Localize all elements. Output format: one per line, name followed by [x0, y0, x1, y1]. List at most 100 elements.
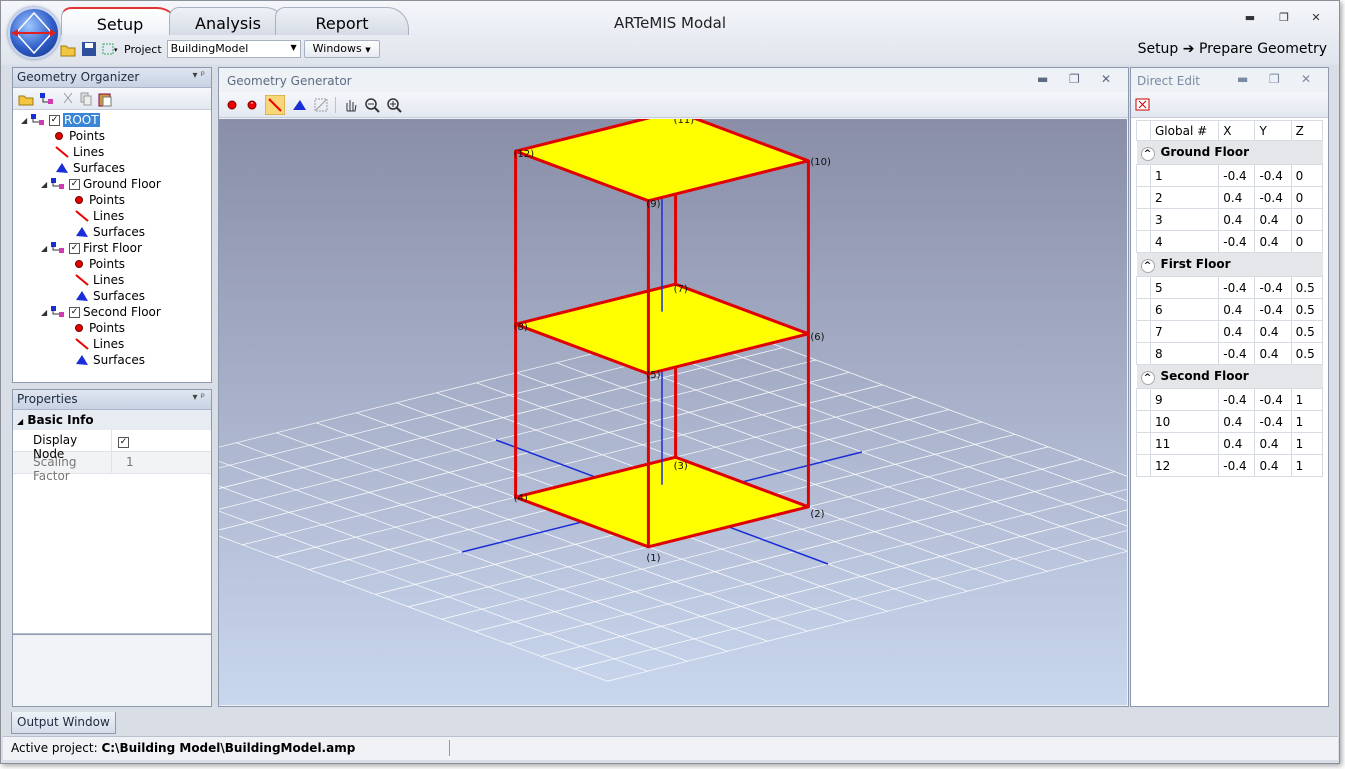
table-row[interactable]: 8 -0.4 0.4 0.5 — [1136, 342, 1324, 365]
copy-icon[interactable] — [79, 91, 93, 107]
table-cell[interactable]: -0.4 — [1254, 410, 1292, 433]
collapse-group-icon[interactable]: ^ — [1140, 146, 1155, 161]
maximize-icon[interactable]: ❐ — [1069, 72, 1080, 86]
table-cell[interactable]: -0.4 — [1254, 186, 1292, 209]
table-cell[interactable]: 5 — [1149, 276, 1220, 299]
tree-node-lines[interactable]: Lines — [13, 272, 211, 288]
table-cell[interactable]: 11 — [1149, 432, 1220, 455]
cut-icon[interactable] — [61, 91, 75, 107]
minimize-icon[interactable]: ▬ — [1237, 72, 1248, 86]
row-selector[interactable] — [1136, 454, 1151, 477]
display-node-checkbox[interactable]: ✓ — [118, 437, 129, 448]
draw-line-icon[interactable] — [265, 94, 285, 115]
tree-node-lines[interactable]: Lines — [13, 144, 211, 160]
row-selector[interactable] — [1136, 230, 1151, 253]
windows-menu-button[interactable]: Windows ▼ — [303, 40, 380, 58]
pin-icon[interactable]: ▾ ᵖ — [193, 70, 205, 81]
table-cell[interactable]: 0.5 — [1290, 276, 1324, 299]
table-row[interactable]: 2 0.4 -0.4 0 — [1136, 186, 1324, 209]
table-cell[interactable]: 0 — [1290, 186, 1324, 209]
table-group-row[interactable]: ^ First Floor — [1136, 252, 1323, 277]
table-cell[interactable]: 0.4 — [1218, 298, 1256, 321]
table-row[interactable]: 4 -0.4 0.4 0 — [1136, 230, 1324, 253]
table-cell[interactable]: -0.4 — [1218, 454, 1256, 477]
row-selector[interactable] — [1136, 298, 1151, 321]
tree-node-lines[interactable]: Lines — [13, 208, 211, 224]
row-selector[interactable] — [1136, 342, 1151, 365]
open-folder-icon[interactable] — [59, 40, 77, 58]
tree-node-points[interactable]: Points — [13, 128, 211, 144]
save-icon[interactable] — [80, 40, 98, 58]
floor-surface[interactable] — [514, 119, 810, 203]
tree-checkbox[interactable]: ✓ — [69, 306, 80, 318]
table-cell[interactable]: 0.4 — [1218, 208, 1256, 231]
row-selector[interactable] — [1136, 432, 1151, 455]
tree-node-surfaces[interactable]: Surfaces — [13, 224, 211, 240]
tree-checkbox[interactable]: ✓ — [49, 114, 60, 126]
add-point-alt-icon[interactable] — [245, 98, 259, 112]
table-cell[interactable]: 2 — [1149, 186, 1220, 209]
table-cell[interactable]: 0 — [1290, 208, 1324, 231]
collapse-group-icon[interactable]: ^ — [1140, 258, 1155, 273]
minimize-icon[interactable]: ▬ — [1037, 72, 1048, 86]
table-cell[interactable]: 1 — [1290, 432, 1324, 455]
tree-node-points[interactable]: Points — [13, 256, 211, 272]
row-selector[interactable] — [1136, 208, 1151, 231]
table-cell[interactable]: 1 — [1290, 454, 1324, 477]
tree-node-surfaces[interactable]: Surfaces — [13, 160, 211, 176]
tree-checkbox[interactable]: ✓ — [69, 242, 80, 254]
table-row[interactable]: 5 -0.4 -0.4 0.5 — [1136, 276, 1324, 299]
maximize-icon[interactable]: ❐ — [1275, 11, 1293, 24]
table-row[interactable]: 9 -0.4 -0.4 1 — [1136, 388, 1324, 411]
table-cell[interactable]: 0.5 — [1290, 320, 1324, 343]
table-cell[interactable]: 0.5 — [1290, 342, 1324, 365]
property-section-basic-info[interactable]: ◢ Basic Info — [13, 410, 211, 430]
table-row[interactable]: 1 -0.4 -0.4 0 — [1136, 164, 1324, 187]
zoom-in-icon[interactable] — [386, 97, 402, 113]
table-cell[interactable]: 3 — [1149, 208, 1220, 231]
delete-row-icon[interactable] — [1135, 98, 1151, 112]
pin-icon[interactable]: ▾ ᵖ — [193, 392, 205, 403]
tree-checkbox[interactable]: ✓ — [69, 178, 80, 190]
table-cell[interactable]: -0.4 — [1254, 298, 1292, 321]
zoom-out-icon[interactable] — [364, 97, 380, 113]
row-selector[interactable] — [1136, 410, 1151, 433]
table-cell[interactable]: -0.4 — [1218, 230, 1256, 253]
table-row[interactable]: 3 0.4 0.4 0 — [1136, 208, 1324, 231]
table-cell[interactable]: 0.5 — [1290, 298, 1324, 321]
table-row[interactable]: 6 0.4 -0.4 0.5 — [1136, 298, 1324, 321]
draw-surface-icon[interactable] — [291, 98, 307, 112]
table-cell[interactable]: 10 — [1149, 410, 1220, 433]
table-cell[interactable]: 0.4 — [1218, 320, 1256, 343]
table-row[interactable]: 7 0.4 0.4 0.5 — [1136, 320, 1324, 343]
open-folder-icon[interactable] — [17, 91, 35, 107]
table-cell[interactable]: 9 — [1149, 388, 1220, 411]
table-cell[interactable]: -0.4 — [1254, 388, 1292, 411]
table-cell[interactable]: -0.4 — [1254, 276, 1292, 299]
table-cell[interactable]: 0.4 — [1254, 320, 1292, 343]
table-cell[interactable]: 0.4 — [1254, 342, 1292, 365]
tree-node-root[interactable]: ◢ ✓ ROOT — [13, 112, 211, 128]
tree-node-points[interactable]: Points — [13, 320, 211, 336]
output-window-tab[interactable]: Output Window — [11, 712, 116, 734]
column-header[interactable]: Global # — [1149, 120, 1220, 141]
table-group-row[interactable]: ^ Second Floor — [1136, 364, 1323, 389]
table-cell[interactable]: 0.4 — [1254, 454, 1292, 477]
column-header[interactable]: Z — [1290, 120, 1324, 141]
table-cell[interactable]: 7 — [1149, 320, 1220, 343]
table-cell[interactable]: -0.4 — [1218, 276, 1256, 299]
table-row[interactable]: 10 0.4 -0.4 1 — [1136, 410, 1324, 433]
table-cell[interactable]: 0.4 — [1218, 410, 1256, 433]
table-cell[interactable]: -0.4 — [1218, 164, 1256, 187]
minimize-icon[interactable]: ▬ — [1241, 11, 1259, 24]
tree-node-lines[interactable]: Lines — [13, 336, 211, 352]
column-header[interactable]: Y — [1254, 120, 1292, 141]
row-selector[interactable] — [1136, 164, 1151, 187]
row-selector[interactable] — [1136, 186, 1151, 209]
table-cell[interactable]: 6 — [1149, 298, 1220, 321]
paste-icon[interactable] — [97, 91, 113, 107]
geometry-scene[interactable]: (1) (2) (3) (4) (5) (6) (7) (8) (9) (10) (11) (12) — [219, 119, 1127, 705]
tree-node-group[interactable]: ◢ ✓ Ground Floor — [13, 176, 211, 192]
add-point-icon[interactable] — [225, 98, 239, 112]
column-header[interactable]: X — [1218, 120, 1256, 141]
